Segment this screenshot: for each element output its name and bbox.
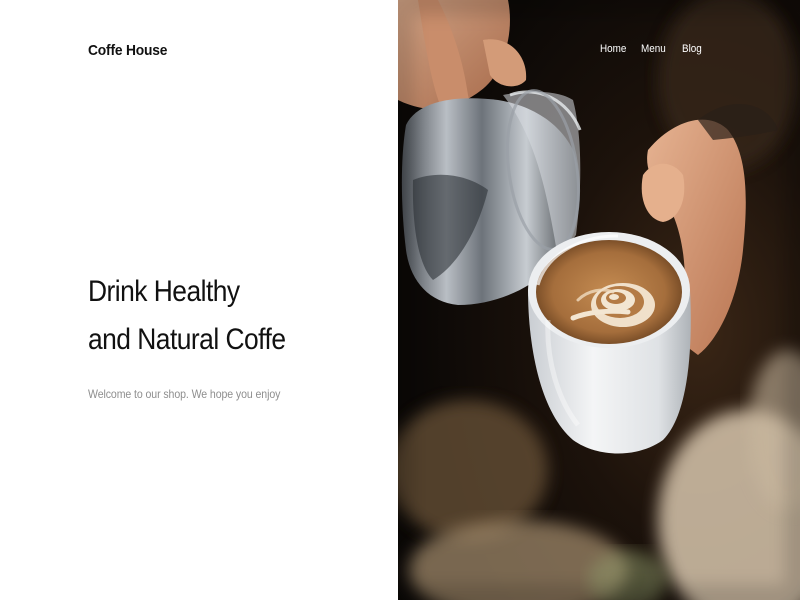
nav-menu-link[interactable]: Menu <box>641 43 666 55</box>
nav-blog-link[interactable]: Blog <box>682 43 702 55</box>
landing-page: Coffe House Drink Healthy and Natural Co… <box>0 0 800 600</box>
hero-photo <box>398 0 800 600</box>
hero-headline: Drink Healthy and Natural Coffe <box>88 268 286 364</box>
nav-home-link[interactable]: Home <box>600 43 626 55</box>
hero-subtitle: Welcome to our shop. We hope you enjoy <box>88 387 281 401</box>
latte-art-illustration <box>398 0 800 600</box>
hero-headline-line-1: Drink Healthy <box>88 275 240 308</box>
hero-left-panel: Coffe House Drink Healthy and Natural Co… <box>0 0 398 600</box>
brand-logo[interactable]: Coffe House <box>88 42 167 59</box>
hero-headline-line-2: and Natural Coffe <box>88 323 286 356</box>
